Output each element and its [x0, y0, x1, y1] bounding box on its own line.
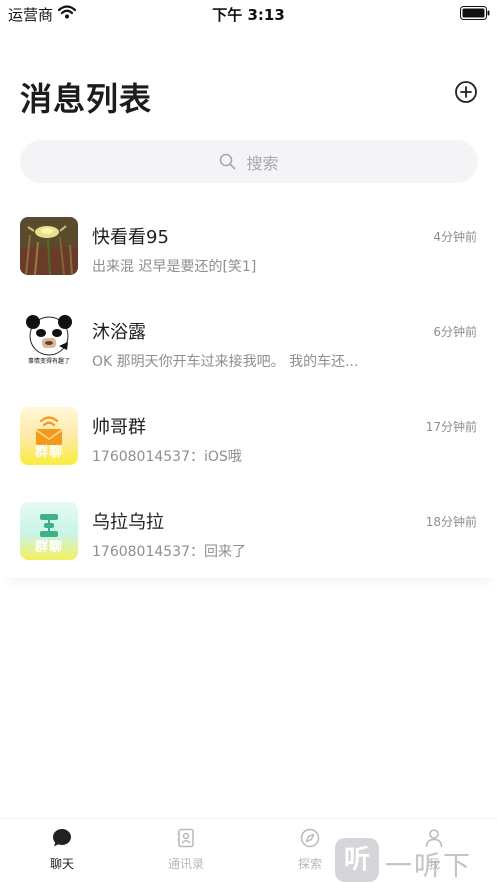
search-placeholder: 搜索	[246, 153, 279, 173]
chat-time: 18分钟前	[425, 515, 477, 529]
battery-icon	[460, 6, 490, 20]
tab-chat[interactable]: 聊天	[0, 819, 124, 883]
chat-name: 沐浴露	[92, 322, 146, 343]
avatar-group-tree: 群聊	[20, 502, 78, 560]
chat-time: 17分钟前	[425, 420, 477, 434]
chat-bubble-icon	[53, 829, 71, 847]
status-time: 下午 3:13	[212, 6, 285, 24]
chat-time: 6分钟前	[433, 325, 477, 339]
watermark: 听 一听下载	[335, 838, 495, 882]
chat-preview: OK 那明天你开车过来接我吧。 我的车还...	[92, 354, 359, 370]
search-icon	[220, 153, 236, 170]
chat-item-wulawula[interactable]: 群聊 乌拉乌拉 18分钟前 17608014537：回来了	[0, 483, 497, 578]
chat-preview: 17608014537：回来了	[92, 544, 246, 560]
chat-item-shuaigequn[interactable]: 群聊 帅哥群 17分钟前 17608014537：iOS哦	[0, 388, 497, 483]
watermark-text: 一听下载	[385, 851, 472, 882]
contacts-icon	[177, 828, 194, 848]
watermark-logo: 听	[335, 838, 379, 882]
chat-item-muyulu[interactable]: 事情变得有趣了 沐浴露 6分钟前 OK 那明天你开车过来接我吧。 我的车还...	[0, 293, 497, 388]
add-circle-icon[interactable]	[454, 80, 478, 104]
chat-preview: 出来混 迟早是要还的[笑1]	[92, 259, 257, 275]
chat-name: 快看看95	[92, 227, 169, 248]
tab-label: 聊天	[49, 857, 74, 871]
page-title: 消息列表	[20, 80, 153, 118]
chat-name: 乌拉乌拉	[92, 512, 164, 533]
search-bar[interactable]: 搜索	[20, 140, 478, 183]
tab-label: 通讯录	[167, 857, 204, 871]
avatar-panda-meme: 事情变得有趣了	[20, 312, 78, 370]
search-input[interactable]: 搜索	[20, 140, 478, 183]
group-avatar-label: 群聊	[34, 540, 63, 555]
meme-caption: 事情变得有趣了	[27, 358, 70, 365]
chat-item-kuaikankan[interactable]: 快看看95 4分钟前 出来混 迟早是要还的[笑1]	[0, 198, 497, 293]
group-avatar-label: 群聊	[34, 445, 63, 460]
chat-name: 帅哥群	[92, 417, 146, 438]
chat-preview: 17608014537：iOS哦	[92, 449, 242, 465]
compass-icon	[300, 828, 320, 848]
chat-time: 4分钟前	[433, 230, 477, 244]
tab-contacts[interactable]: 通讯录	[124, 819, 248, 883]
chat-list: 快看看95 4分钟前 出来混 迟早是要还的[笑1] 事情变得有趣了 沐浴露 6分…	[0, 198, 497, 578]
avatar-flower-photo	[20, 217, 78, 275]
status-bar: 运营商 下午 3:13	[0, 0, 497, 26]
avatar-group-mail: 群聊	[20, 407, 78, 465]
